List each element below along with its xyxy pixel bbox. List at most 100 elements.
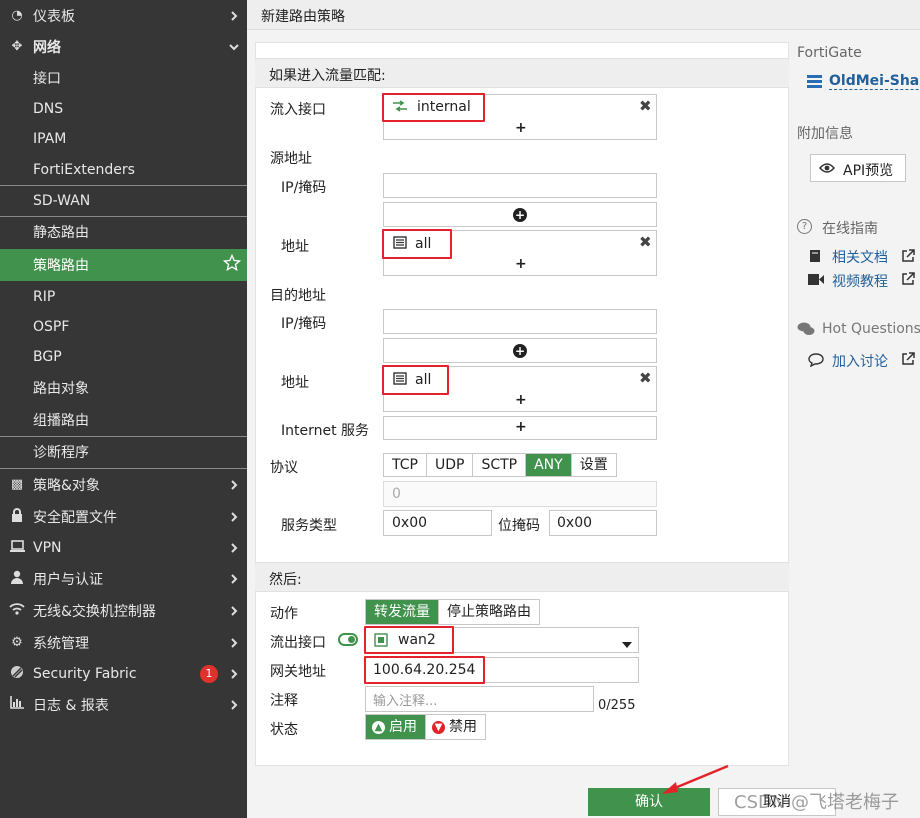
- sidebar-item-system[interactable]: ⚙ 系统管理: [0, 627, 247, 658]
- add-circle-icon[interactable]: +: [513, 344, 527, 358]
- status-selector[interactable]: ▲ 启用 ▼ 禁用: [365, 714, 486, 740]
- chevron-right-icon: [229, 699, 239, 710]
- sidebar-item-label: 组播路由: [33, 413, 89, 429]
- status-enable-label: 启用: [389, 719, 417, 735]
- sidebar-item-label: 接口: [33, 71, 61, 87]
- sidebar-item-policy-objects[interactable]: ▩ 策略&对象: [0, 469, 247, 500]
- chevron-right-icon: [229, 479, 239, 490]
- sidebar-item-ipam[interactable]: IPAM: [0, 124, 247, 154]
- sidebar-item-ospf[interactable]: OSPF: [0, 312, 247, 342]
- dest-ipmask-input[interactable]: [383, 309, 657, 334]
- comment-label: 注释: [270, 693, 298, 709]
- sidebar-item-fortiextenders[interactable]: FortiExtenders: [0, 155, 247, 185]
- ok-button-label: 确认: [635, 794, 663, 810]
- sidebar-item-label: 无线&交换机控制器: [33, 603, 156, 620]
- protocol-tcp[interactable]: TCP: [384, 454, 427, 476]
- highlight-box: [382, 93, 485, 122]
- video-tutorial-link[interactable]: 视频教程: [832, 271, 888, 291]
- sidebar-item-vpn[interactable]: VPN: [0, 532, 247, 563]
- source-ipmask-input[interactable]: [383, 173, 657, 198]
- star-icon[interactable]: [222, 253, 242, 276]
- sidebar-item-bgp[interactable]: BGP: [0, 342, 247, 372]
- sidebar-item-security-profiles[interactable]: 安全配置文件: [0, 501, 247, 532]
- hot-questions-label: Hot Questions: [822, 321, 920, 337]
- protocol-udp[interactable]: UDP: [426, 454, 474, 476]
- device-type-label: FortiGate: [797, 45, 862, 61]
- action-forward[interactable]: 转发流量: [366, 600, 439, 624]
- sidebar-item-interfaces[interactable]: 接口: [0, 63, 247, 93]
- add-icon[interactable]: +: [515, 120, 527, 136]
- section-header-then: 然后:: [255, 562, 789, 592]
- protocol-sctp[interactable]: SCTP: [473, 454, 527, 476]
- laptop-icon: [8, 539, 26, 556]
- add-icon[interactable]: +: [515, 256, 527, 272]
- related-docs-link[interactable]: 相关文档: [832, 247, 888, 267]
- sidebar-item-rip[interactable]: RIP: [0, 282, 247, 312]
- add-icon[interactable]: +: [515, 392, 527, 408]
- lock-icon: [8, 507, 26, 526]
- external-link-icon[interactable]: [901, 352, 915, 370]
- toggle-knob: [348, 636, 355, 643]
- protocol-custom[interactable]: 设置: [571, 454, 616, 476]
- section-header-match: 如果进入流量匹配:: [255, 58, 789, 88]
- device-name-link[interactable]: OldMei-Shang: [829, 73, 920, 90]
- sidebar-item-label: SD-WAN: [33, 193, 91, 209]
- sidebar-item-dashboard[interactable]: ◔ 仪表板: [0, 0, 247, 31]
- dest-address-label: 目的地址: [270, 288, 326, 304]
- sidebar-item-label: 静态路由: [33, 225, 89, 241]
- watermark: CSDN @飞塔老梅子: [734, 792, 900, 813]
- source-ipmask-label: IP/掩码: [281, 180, 327, 196]
- dashboard-icon: ◔: [11, 8, 23, 23]
- api-preview-button[interactable]: API预览: [810, 154, 906, 182]
- add-icon[interactable]: +: [515, 419, 527, 435]
- sidebar-item-wifi-switch[interactable]: 无线&交换机控制器: [0, 595, 247, 626]
- dest-address-sublabel: 地址: [281, 375, 309, 391]
- gateway-label: 网关地址: [270, 664, 326, 680]
- gear-icon: ⚙: [11, 635, 23, 650]
- sidebar-item-label: 日志 & 报表: [33, 697, 109, 714]
- close-icon[interactable]: ✖: [639, 97, 652, 115]
- device-icon: [807, 75, 822, 92]
- user-icon: [8, 570, 26, 588]
- source-address-sublabel: 地址: [281, 239, 309, 255]
- sidebar-item-log-report[interactable]: 日志 & 报表: [0, 689, 247, 720]
- online-guide-label: 在线指南: [822, 221, 878, 237]
- arrow-up-icon: ▲: [372, 720, 385, 734]
- external-link-icon[interactable]: [901, 272, 915, 290]
- add-circle-icon[interactable]: +: [513, 208, 527, 222]
- sidebar-item-label: 路由对象: [33, 381, 89, 397]
- wifi-icon: [8, 602, 26, 619]
- toggle-switch[interactable]: [338, 633, 358, 646]
- sidebar-item-network[interactable]: ✥ 网络: [0, 31, 247, 62]
- sidebar-item-dns[interactable]: DNS: [0, 94, 247, 124]
- sidebar-item-routing-objects[interactable]: 路由对象: [0, 373, 247, 403]
- sidebar: ◔ 仪表板 ✥ 网络 接口 DNS IPAM FortiExtenders SD…: [0, 0, 247, 818]
- sidebar-item-user-auth[interactable]: 用户与认证: [0, 563, 247, 594]
- highlight-box: [382, 229, 452, 259]
- sidebar-item-label: 系统管理: [33, 635, 89, 652]
- protocol-selector[interactable]: TCP UDP SCTP ANY 设置: [383, 453, 617, 477]
- source-address-label: 源地址: [270, 151, 312, 167]
- sidebar-item-multicast[interactable]: 组播路由: [0, 405, 247, 435]
- external-link-icon[interactable]: [901, 249, 915, 267]
- sidebar-item-static-routes[interactable]: 静态路由: [0, 217, 247, 247]
- sidebar-item-label: 策略路由: [33, 258, 89, 274]
- sidebar-item-sdwan[interactable]: SD-WAN: [0, 186, 247, 216]
- sidebar-item-label: FortiExtenders: [33, 162, 135, 178]
- action-selector[interactable]: 转发流量 停止策略路由: [365, 599, 540, 625]
- status-enable[interactable]: ▲ 启用: [366, 715, 426, 739]
- action-stop[interactable]: 停止策略路由: [439, 600, 539, 624]
- outgoing-interface-label: 流出接口: [270, 635, 326, 651]
- dropdown-arrow-icon[interactable]: [622, 636, 632, 652]
- api-preview-label: API预览: [843, 163, 894, 179]
- chevron-right-icon: [229, 542, 239, 553]
- close-icon[interactable]: ✖: [639, 233, 652, 251]
- sidebar-item-security-fabric[interactable]: Security Fabric 1: [0, 658, 247, 689]
- sidebar-item-label: RIP: [33, 289, 56, 305]
- close-icon[interactable]: ✖: [639, 369, 652, 387]
- protocol-any[interactable]: ANY: [526, 454, 572, 476]
- join-discussion-link[interactable]: 加入讨论: [832, 351, 888, 371]
- sidebar-item-policy-routes[interactable]: 策略路由: [0, 249, 247, 281]
- status-disable[interactable]: ▼ 禁用: [426, 715, 485, 739]
- sidebar-item-diagnostics[interactable]: 诊断程序: [0, 437, 247, 467]
